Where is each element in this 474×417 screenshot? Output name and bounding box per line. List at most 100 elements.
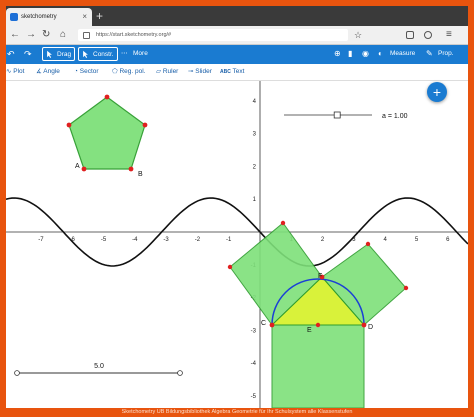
reload-icon[interactable]: ↻ bbox=[42, 26, 50, 44]
tool-ruler[interactable]: ▱ Ruler bbox=[156, 64, 178, 80]
point-d[interactable] bbox=[361, 322, 367, 328]
construct-icon bbox=[83, 50, 88, 58]
construct-mode-button[interactable]: Constr. bbox=[78, 47, 118, 61]
pentagon-vertex[interactable] bbox=[66, 122, 72, 128]
new-tab-button[interactable]: + bbox=[96, 8, 103, 24]
pentagon-vertex[interactable] bbox=[128, 166, 134, 172]
tool-slider[interactable]: ⊸ Slider bbox=[188, 64, 212, 80]
y-tick-label: 1 bbox=[253, 197, 257, 203]
more-dots-icon: ⋯ bbox=[121, 50, 127, 57]
tool-angle[interactable]: ∡ Angle bbox=[36, 64, 60, 80]
ruler-icon: ▱ bbox=[156, 68, 161, 75]
x-tick-label: -2 bbox=[195, 237, 201, 243]
more-button[interactable]: ⋯ More bbox=[119, 47, 148, 61]
point-e[interactable] bbox=[315, 322, 321, 328]
slider-a-handle[interactable] bbox=[333, 111, 341, 119]
point-label-d: D bbox=[368, 324, 373, 331]
point-label-a: A bbox=[75, 163, 80, 170]
star-icon[interactable]: ☆ bbox=[354, 26, 362, 44]
y-tick-label: 4 bbox=[253, 99, 257, 105]
extensions-icon[interactable] bbox=[406, 31, 414, 39]
eye-icon[interactable]: ◉ bbox=[362, 47, 369, 61]
browser-tab[interactable]: sketchometry × bbox=[6, 8, 92, 26]
x-tick-label: -1 bbox=[226, 237, 232, 243]
more-label: More bbox=[133, 50, 148, 57]
y-tick-label: -4 bbox=[251, 361, 257, 367]
construct-label: Constr. bbox=[93, 51, 114, 58]
y-tick-label: 3 bbox=[253, 132, 257, 138]
point-label-b: B bbox=[138, 171, 143, 178]
measure-button[interactable]: ◐ Measure bbox=[378, 47, 415, 61]
x-tick-label: -7 bbox=[38, 237, 44, 243]
x-tick-label: 2 bbox=[321, 237, 325, 243]
angle-label: Angle bbox=[43, 68, 60, 75]
tool-sector[interactable]: ◔ Sector bbox=[74, 64, 99, 80]
segment-endpoint[interactable] bbox=[14, 370, 20, 376]
app-toolbar: ↶ ↷ Drag Constr. ⋯ More ⊕ ▮ ◉ ◐ Measure … bbox=[6, 45, 468, 64]
back-icon[interactable]: ← bbox=[10, 26, 20, 44]
address-bar-row: ← → ↻ ⌂ https://start.sketchometry.org/#… bbox=[6, 26, 468, 45]
y-tick-label: -3 bbox=[251, 328, 257, 334]
measure-icon: ◐ bbox=[378, 49, 383, 58]
segment-length-label: 5.0 bbox=[94, 363, 104, 370]
browser-window: sketchometry × + ← → ↻ ⌂ https://start.s… bbox=[6, 6, 468, 408]
pentagon-icon: ⬠ bbox=[112, 68, 118, 75]
square-vertex[interactable] bbox=[227, 264, 233, 270]
footer-caption: Sketchometry UB Bildungsbibliothek Algeb… bbox=[0, 408, 474, 417]
sector-label: Sector bbox=[79, 68, 99, 75]
properties-label: Prop. bbox=[438, 50, 454, 57]
tool-regular-polygon[interactable]: ⬠ Reg. pol. bbox=[112, 64, 146, 80]
close-tab-icon[interactable]: × bbox=[82, 8, 87, 26]
point-label-e: E bbox=[307, 327, 312, 334]
undo-icon[interactable]: ↶ bbox=[7, 47, 15, 61]
plot-label: Plot bbox=[13, 68, 25, 75]
pentagon-vertex[interactable] bbox=[142, 122, 148, 128]
point-c[interactable] bbox=[269, 322, 275, 328]
menu-icon[interactable]: ≡ bbox=[446, 26, 452, 44]
x-tick-label: -5 bbox=[101, 237, 107, 243]
add-button[interactable]: + bbox=[427, 82, 447, 102]
pentagon-vertex[interactable] bbox=[81, 166, 87, 172]
square-vertex[interactable] bbox=[403, 285, 409, 291]
point-label-f: F bbox=[318, 273, 322, 280]
forward-icon[interactable]: → bbox=[26, 26, 36, 44]
drag-label: Drag bbox=[57, 51, 72, 58]
brush-icon: ✎ bbox=[426, 49, 433, 58]
tool-plot[interactable]: ∿ Plot bbox=[6, 64, 24, 80]
lock-icon bbox=[83, 32, 90, 39]
drag-mode-button[interactable]: Drag bbox=[42, 47, 76, 61]
x-tick-labels: -7-6-5-4-3-2-1123456 bbox=[38, 237, 450, 243]
home-icon[interactable]: ⌂ bbox=[60, 26, 66, 44]
x-tick-label: 4 bbox=[384, 237, 388, 243]
sector-icon: ◔ bbox=[74, 68, 78, 75]
slider-icon: ⊸ bbox=[188, 68, 194, 75]
url-text: https://start.sketchometry.org/# bbox=[96, 32, 172, 38]
tool-text[interactable]: ABC Text bbox=[220, 64, 244, 80]
drag-icon bbox=[47, 50, 52, 58]
point-label-c: C bbox=[261, 320, 266, 327]
pentagon-vertex[interactable] bbox=[104, 94, 110, 100]
zoom-icon[interactable]: ⊕ bbox=[334, 47, 341, 61]
y-tick-label: -5 bbox=[251, 394, 257, 400]
tab-title: sketchometry bbox=[21, 14, 57, 20]
slider-label: Slider bbox=[195, 68, 212, 75]
favicon-icon bbox=[10, 13, 18, 21]
x-tick-label: -4 bbox=[132, 237, 138, 243]
url-field[interactable]: https://start.sketchometry.org/# bbox=[78, 29, 348, 41]
segment-endpoint[interactable] bbox=[177, 370, 183, 376]
angle-icon: ∡ bbox=[36, 68, 42, 75]
x-tick-label: 5 bbox=[415, 237, 419, 243]
square-vertex[interactable] bbox=[365, 241, 371, 247]
regpol-label: Reg. pol. bbox=[119, 68, 146, 75]
trash-icon[interactable]: ▮ bbox=[348, 47, 352, 61]
regular-pentagon[interactable] bbox=[68, 96, 146, 170]
square-on-side-cd[interactable] bbox=[271, 324, 365, 408]
account-icon[interactable] bbox=[424, 31, 432, 39]
measure-label: Measure bbox=[390, 50, 416, 57]
properties-button[interactable]: ✎ Prop. bbox=[426, 47, 454, 61]
redo-icon[interactable]: ↷ bbox=[24, 47, 32, 61]
plot-icon: ∿ bbox=[6, 68, 12, 75]
geometry-canvas[interactable]: -7-6-5-4-3-2-1123456 4321-1-2-3-4-5 A B … bbox=[6, 81, 468, 408]
square-vertex[interactable] bbox=[280, 220, 286, 226]
x-tick-label: -3 bbox=[163, 237, 169, 243]
